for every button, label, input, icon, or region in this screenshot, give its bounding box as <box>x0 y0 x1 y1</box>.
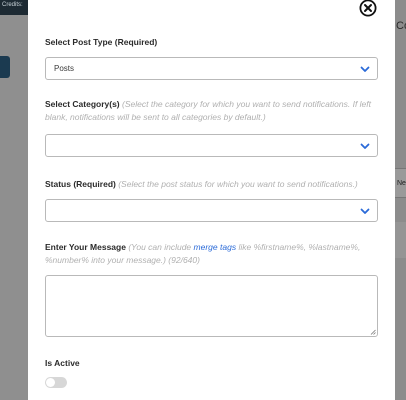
notification-modal: Select Post Type (Required) Posts Select… <box>28 0 395 400</box>
background-right-panel <box>395 0 406 400</box>
post-type-select[interactable]: Posts <box>45 57 378 80</box>
credits-label: Credits: <box>2 2 23 8</box>
chevron-down-icon <box>360 208 370 214</box>
category-label: Select Category(s) (Select the category … <box>45 98 380 124</box>
status-hint: (Select the post status for which you wa… <box>118 179 358 189</box>
close-circle-icon <box>359 0 377 17</box>
post-type-value: Posts <box>54 64 75 73</box>
close-button[interactable] <box>357 0 379 17</box>
background-heading-fragment: Co <box>396 20 406 32</box>
is-active-toggle[interactable] <box>45 377 67 388</box>
chevron-down-icon <box>360 66 370 72</box>
status-label: Status (Required) (Select the post statu… <box>45 178 380 191</box>
message-hint-before: (You can include <box>128 242 192 252</box>
is-active-label: Is Active <box>45 357 380 370</box>
merge-tags-link[interactable]: merge tags <box>194 242 237 252</box>
background-table-row <box>395 222 406 258</box>
status-select[interactable] <box>45 199 378 222</box>
background-cell-fragment: Ne <box>397 180 406 187</box>
is-active-label-text: Is Active <box>45 358 80 368</box>
background-active-nav-item <box>0 56 10 78</box>
category-label-text: Select Category(s) <box>45 99 120 109</box>
resize-handle-icon[interactable] <box>370 329 376 335</box>
background-topbar: Credits: <box>0 0 28 15</box>
post-type-label: Select Post Type (Required) <box>45 36 380 49</box>
chevron-down-icon <box>360 143 370 149</box>
post-type-label-text: Select Post Type (Required) <box>45 37 158 47</box>
message-label-text: Enter Your Message <box>45 242 126 252</box>
status-label-text: Status (Required) <box>45 179 116 189</box>
category-select[interactable] <box>45 134 378 157</box>
message-textarea[interactable] <box>45 275 378 337</box>
message-label: Enter Your Message (You can include merg… <box>45 241 380 267</box>
toggle-knob <box>46 378 55 387</box>
